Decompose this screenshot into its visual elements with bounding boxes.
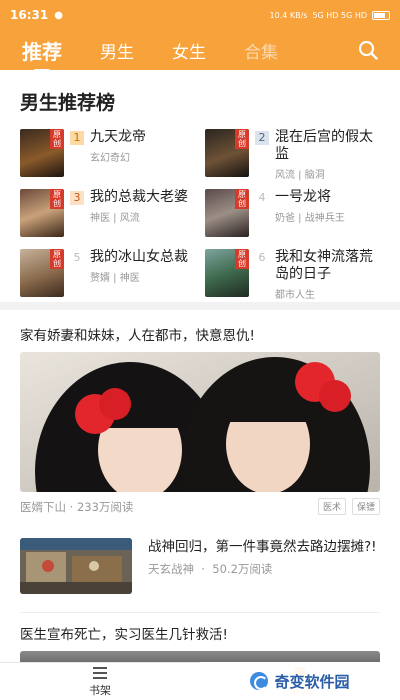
feature-headline: 家有娇妻和妹妹，人在都市，快意恩仇!	[20, 328, 255, 344]
book-genre: 玄幻奇幻	[90, 153, 130, 164]
tab-recommend[interactable]: 推荐	[22, 36, 62, 65]
nav-bookshelf[interactable]: 书架	[0, 663, 200, 700]
rank-text: 我的冰山女总裁 赘婿 | 神医	[90, 249, 195, 284]
search-icon[interactable]	[358, 40, 378, 60]
street-photo	[20, 538, 132, 594]
tag-chip: 医术	[317, 498, 346, 515]
rank-number: 6	[258, 251, 266, 264]
divider	[20, 612, 380, 613]
tag-chip: 保镖	[351, 498, 380, 515]
book-title: 我和女神流落荒岛的日子	[275, 249, 373, 282]
row-book-text: 战神回归，第一件事竟然去路边摆摊?! 天玄战神 · 50.2万阅读	[148, 538, 377, 600]
original-tag: 原创	[235, 129, 249, 149]
rank-item-3[interactable]: 原创 3 我的总裁大老婆 神医 | 风流	[20, 189, 195, 237]
tab-male[interactable]: 男生	[100, 38, 134, 63]
feature-image	[20, 352, 380, 492]
book-genre: 都市人生	[275, 290, 315, 301]
rank-number: 1	[70, 131, 84, 145]
book-title: 九天龙帝	[90, 129, 146, 145]
book-cover: 原创	[205, 129, 249, 177]
row-book-image	[20, 538, 132, 594]
rank-item-4[interactable]: 原创 4 一号龙将 奶爸 | 战神兵王	[205, 189, 380, 237]
row-headline: 战神回归，第一件事竟然去路边摆摊?!	[148, 539, 377, 555]
status-bar: 16:31 ● 10.4 KB/s 5G HD 5G HD	[0, 0, 400, 30]
read-count: 233万阅读	[76, 499, 134, 514]
row-book-card[interactable]: 战神回归，第一件事竟然去路边摆摊?! 天玄战神 · 50.2万阅读	[0, 524, 400, 600]
nav-bookshelf-label: 书架	[89, 683, 111, 697]
status-time: 16:31	[10, 8, 49, 22]
book-name: 医婿下山	[20, 499, 66, 514]
tag-list: 医术 保镖	[317, 498, 380, 515]
top-navigation: 推荐 男生 女生 合集	[0, 30, 400, 70]
book-cover: 原创	[205, 249, 249, 297]
rank-item-6[interactable]: 原创 6 我和女神流落荒岛的日子 都市人生	[205, 249, 380, 301]
feature-photo	[20, 352, 380, 492]
book-title: 我的总裁大老婆	[90, 189, 188, 205]
bookshelf-icon	[93, 666, 107, 679]
book-title: 一号龙将	[275, 189, 331, 205]
book-title: 我的冰山女总裁	[90, 249, 188, 265]
book-genre: 神医 | 风流	[90, 213, 140, 224]
book-genre: 奶爸 | 战神兵王	[275, 213, 345, 224]
section-gap	[0, 302, 400, 310]
original-tag: 原创	[50, 189, 64, 209]
battery-icon	[372, 10, 390, 20]
rank-item-2[interactable]: 原创 2 混在后宫的假太监 风流 | 脑洞	[205, 129, 380, 181]
book-cover: 原创	[20, 249, 64, 297]
watermark-text: 奇变软件园	[274, 673, 350, 691]
wechat-icon: ●	[54, 9, 63, 21]
teaser-image	[20, 651, 380, 662]
rank-number: 4	[258, 191, 266, 204]
ranking-list: 原创 1 九天龙帝 玄幻奇幻 原创 2 混在后宫的假太监 风流 | 脑洞 原创 …	[20, 129, 380, 301]
status-right: 10.4 KB/s 5G HD 5G HD	[269, 10, 390, 20]
book-cover: 原创	[20, 129, 64, 177]
rank-item-5[interactable]: 原创 5 我的冰山女总裁 赘婿 | 神医	[20, 249, 195, 297]
feature-book-card[interactable]: 家有娇妻和妹妹，人在都市，快意恩仇! 医婿下山 · 233万阅读 医术 保镖	[0, 310, 400, 528]
row-meta: 天玄战神 · 50.2万阅读	[148, 561, 377, 577]
rank-text: 混在后宫的假太监 风流 | 脑洞	[275, 129, 380, 181]
meta-separator: ·	[197, 562, 209, 576]
meta-separator: ·	[66, 499, 77, 514]
read-count: 50.2万阅读	[212, 562, 273, 576]
book-title: 混在后宫的假太监	[275, 129, 373, 162]
book-cover: 原创	[20, 189, 64, 237]
watermark: 奇变软件园	[200, 662, 400, 700]
tab-collection[interactable]: 合集	[244, 38, 278, 63]
rank-text: 一号龙将 奶爸 | 战神兵王	[275, 189, 380, 224]
teaser-card[interactable]: 医生宣布死亡，实习医生几针救活!	[0, 600, 400, 662]
tab-female[interactable]: 女生	[172, 38, 206, 63]
rank-item-1[interactable]: 原创 1 九天龙帝 玄幻奇幻	[20, 129, 195, 177]
signal-indicator: 5G HD 5G HD	[312, 10, 367, 20]
book-cover: 原创	[205, 189, 249, 237]
watermark-logo-icon	[250, 672, 269, 690]
ranking-title: 男生推荐榜	[20, 93, 116, 114]
main-content: 男生推荐榜 原创 1 九天龙帝 玄幻奇幻 原创 2 混在后宫的假太监 风流 | …	[0, 70, 400, 662]
teaser-headline: 医生宣布死亡，实习医生几针救活!	[20, 627, 228, 643]
ranking-section: 男生推荐榜 原创 1 九天龙帝 玄幻奇幻 原创 2 混在后宫的假太监 风流 | …	[0, 70, 400, 302]
book-name: 天玄战神	[148, 562, 194, 576]
network-speed: 10.4 KB/s	[269, 10, 308, 20]
feature-meta: 医婿下山 · 233万阅读 医术 保镖	[20, 498, 380, 515]
original-tag: 原创	[235, 249, 249, 269]
book-genre: 风流 | 脑洞	[275, 170, 325, 181]
rank-number: 5	[73, 251, 81, 264]
original-tag: 原创	[50, 129, 64, 149]
rank-number: 3	[70, 191, 84, 205]
rank-text: 我和女神流落荒岛的日子 都市人生	[275, 249, 380, 301]
original-tag: 原创	[235, 189, 249, 209]
rank-text: 我的总裁大老婆 神医 | 风流	[90, 189, 195, 224]
book-genre: 赘婿 | 神医	[90, 273, 140, 284]
rank-number: 2	[255, 131, 269, 145]
original-tag: 原创	[50, 249, 64, 269]
rank-text: 九天龙帝 玄幻奇幻	[90, 129, 195, 164]
